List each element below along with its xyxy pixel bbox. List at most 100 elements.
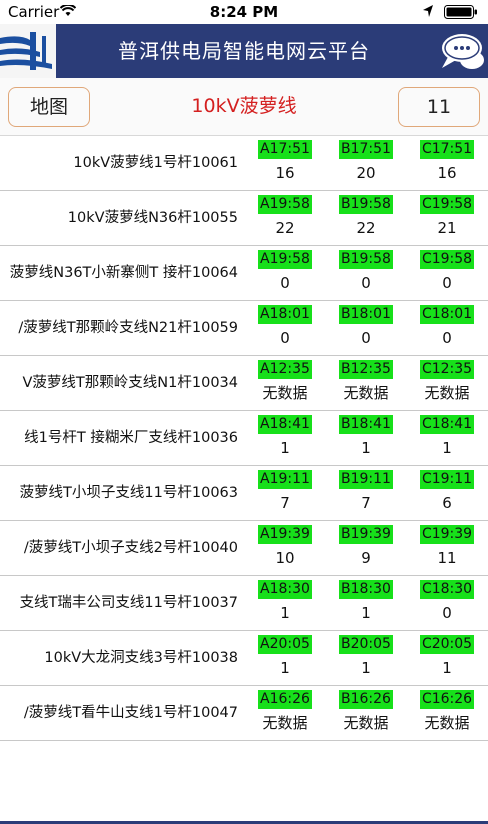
status-bar: Carrier 8:24 PM [0, 0, 488, 24]
phase-c-value: 1 [442, 439, 452, 457]
phase-b-time: B16:26 [339, 690, 393, 709]
phase-b-cell: B19:11 7 [331, 468, 401, 512]
phase-c-time: C18:41 [419, 415, 475, 434]
phase-b-cell: B19:39 9 [331, 523, 401, 567]
chat-icon[interactable] [432, 24, 488, 78]
phase-a-cell: A20:05 1 [250, 633, 320, 677]
phase-c-time: C18:30 [419, 580, 475, 599]
phase-b-time: B19:58 [339, 250, 393, 269]
device-name: 10kV菠萝线1号杆10061 [73, 155, 238, 171]
table-row[interactable]: 10kV大龙洞支线3号杆10038 A20:05 1 B20:05 1 C20:05… [0, 631, 488, 686]
phase-a-time: A19:58 [258, 195, 312, 214]
phase-a-cell: A19:39 10 [250, 523, 320, 567]
phase-a-time: A19:39 [258, 525, 312, 544]
phase-b-time: B19:11 [339, 470, 393, 489]
phase-b-value: 无数据 [343, 714, 389, 732]
phase-c-time: C19:58 [419, 195, 475, 214]
phase-a-value: 0 [280, 274, 290, 292]
phase-c-time: C18:01 [419, 305, 475, 324]
phase-b-cell: B18:01 0 [331, 303, 401, 347]
status-time: 8:24 PM [209, 3, 279, 21]
phase-a-cell: A18:01 0 [250, 303, 320, 347]
app-header: 普洱供电局智能电网云平台 [0, 24, 488, 78]
phase-c-value: 1 [442, 659, 452, 677]
phase-a-time: A18:01 [258, 305, 312, 324]
phase-a-cell: A12:35 无数据 [250, 358, 320, 402]
phase-b-time: B20:05 [339, 635, 393, 654]
phase-c-value: 0 [442, 604, 452, 622]
phase-a-value: 无数据 [262, 384, 308, 402]
phase-b-cell: B18:30 1 [331, 578, 401, 622]
phase-c-time: C19:58 [419, 250, 475, 269]
phase-a-value: 无数据 [262, 714, 308, 732]
phase-b-value: 0 [361, 274, 371, 292]
phase-b-value: 1 [361, 439, 371, 457]
phase-b-value: 1 [361, 659, 371, 677]
phase-c-value: 无数据 [424, 714, 470, 732]
phase-a-time: A17:51 [258, 140, 312, 159]
phase-c-time: C17:51 [419, 140, 475, 159]
phase-a-value: 1 [280, 439, 290, 457]
phase-a-time: A18:41 [258, 415, 312, 434]
phase-c-value: 0 [442, 274, 452, 292]
phase-b-cell: B18:41 1 [331, 413, 401, 457]
phase-c-cell: C18:01 0 [412, 303, 482, 347]
phase-b-cell: B16:26 无数据 [331, 688, 401, 732]
table-row[interactable]: 10kV菠萝线1号杆10061 A17:51 16 B17:51 20 C17:51… [0, 136, 488, 191]
phase-c-time: C19:39 [419, 525, 475, 544]
company-logo [0, 24, 56, 78]
page-title: 普洱供电局智能电网云平台 [118, 39, 370, 63]
device-name: 10kV大龙洞支线3号杆10038 [44, 650, 238, 666]
phase-a-value: 1 [280, 604, 290, 622]
phase-b-cell: B20:05 1 [331, 633, 401, 677]
table-row[interactable]: V菠萝线T那颗岭支线N1杆10034 A12:35 无数据 B12:35 无数据 C… [0, 356, 488, 411]
phase-c-cell: C17:51 16 [412, 138, 482, 182]
phase-a-value: 22 [275, 219, 295, 237]
phase-b-value: 7 [361, 494, 371, 512]
phase-a-cell: A17:51 16 [250, 138, 320, 182]
phase-b-cell: B12:35 无数据 [331, 358, 401, 402]
phase-a-value: 16 [275, 164, 295, 182]
phase-a-value: 1 [280, 659, 290, 677]
table-row[interactable]: 菠萝线N36T小新寨侧T 接杆10064 A19:58 0 B19:58 0 C19… [0, 246, 488, 301]
phase-a-time: A19:58 [258, 250, 312, 269]
device-name: /菠萝线T小坝子支线2号杆10040 [23, 540, 238, 556]
phase-c-cell: C19:11 6 [412, 468, 482, 512]
phase-b-cell: B19:58 22 [331, 193, 401, 237]
phase-b-time: B19:58 [339, 195, 393, 214]
device-name: /菠萝线T那颗岭支线N21杆10059 [18, 320, 238, 336]
phase-a-time: A16:26 [258, 690, 312, 709]
phase-b-time: B18:01 [339, 305, 393, 324]
device-name: 支线T瑞丰公司支线11号杆10037 [19, 595, 238, 611]
table-row[interactable]: /菠萝线T看牛山支线1号杆10047 A16:26 无数据 B16:26 无数据 C… [0, 686, 488, 741]
line-name: 10kV菠萝线 [191, 95, 297, 117]
phase-b-time: B17:51 [339, 140, 393, 159]
phase-c-cell: C16:26 无数据 [412, 688, 482, 732]
phase-a-cell: A18:41 1 [250, 413, 320, 457]
table-row[interactable]: /菠萝线T那颗岭支线N21杆10059 A18:01 0 B18:01 0 C18:… [0, 301, 488, 356]
table-row[interactable]: /菠萝线T小坝子支线2号杆10040 A19:39 10 B19:39 9 C19:… [0, 521, 488, 576]
phase-b-value: 9 [361, 549, 371, 567]
phase-a-cell: A16:26 无数据 [250, 688, 320, 732]
phase-b-value: 1 [361, 604, 371, 622]
device-name: 菠萝线N36T小新寨侧T 接杆10064 [9, 265, 238, 281]
table-row[interactable]: 10kV菠萝线N36杆10055 A19:58 22 B19:58 22 C19:5… [0, 191, 488, 246]
map-button[interactable]: 地图 [8, 87, 90, 127]
phase-c-time: C16:26 [419, 690, 475, 709]
location-arrow-icon [423, 5, 433, 17]
device-name: V菠萝线T那颗岭支线N1杆10034 [22, 375, 238, 391]
table-row[interactable]: 线1号杆T 接糊米厂支线杆10036 A18:41 1 B18:41 1 C18:4… [0, 411, 488, 466]
phase-c-value: 16 [437, 164, 457, 182]
phase-b-cell: B17:51 20 [331, 138, 401, 182]
line-toolbar: 地图 10kV菠萝线 11 [0, 78, 488, 136]
phase-b-time: B19:39 [339, 525, 393, 544]
table-row[interactable]: 菠萝线T小坝子支线11号杆10063 A19:11 7 B19:11 7 C19:1… [0, 466, 488, 521]
phase-c-time: C12:35 [419, 360, 475, 379]
count-button[interactable]: 11 [398, 87, 480, 127]
phase-b-value: 无数据 [343, 384, 389, 402]
device-list: 10kV菠萝线1号杆10061 A17:51 16 B17:51 20 C17:51… [0, 136, 488, 741]
table-row[interactable]: 支线T瑞丰公司支线11号杆10037 A18:30 1 B18:30 1 C18:3… [0, 576, 488, 631]
phase-a-cell: A19:58 0 [250, 248, 320, 292]
phase-a-value: 7 [280, 494, 290, 512]
battery-icon [444, 5, 477, 19]
